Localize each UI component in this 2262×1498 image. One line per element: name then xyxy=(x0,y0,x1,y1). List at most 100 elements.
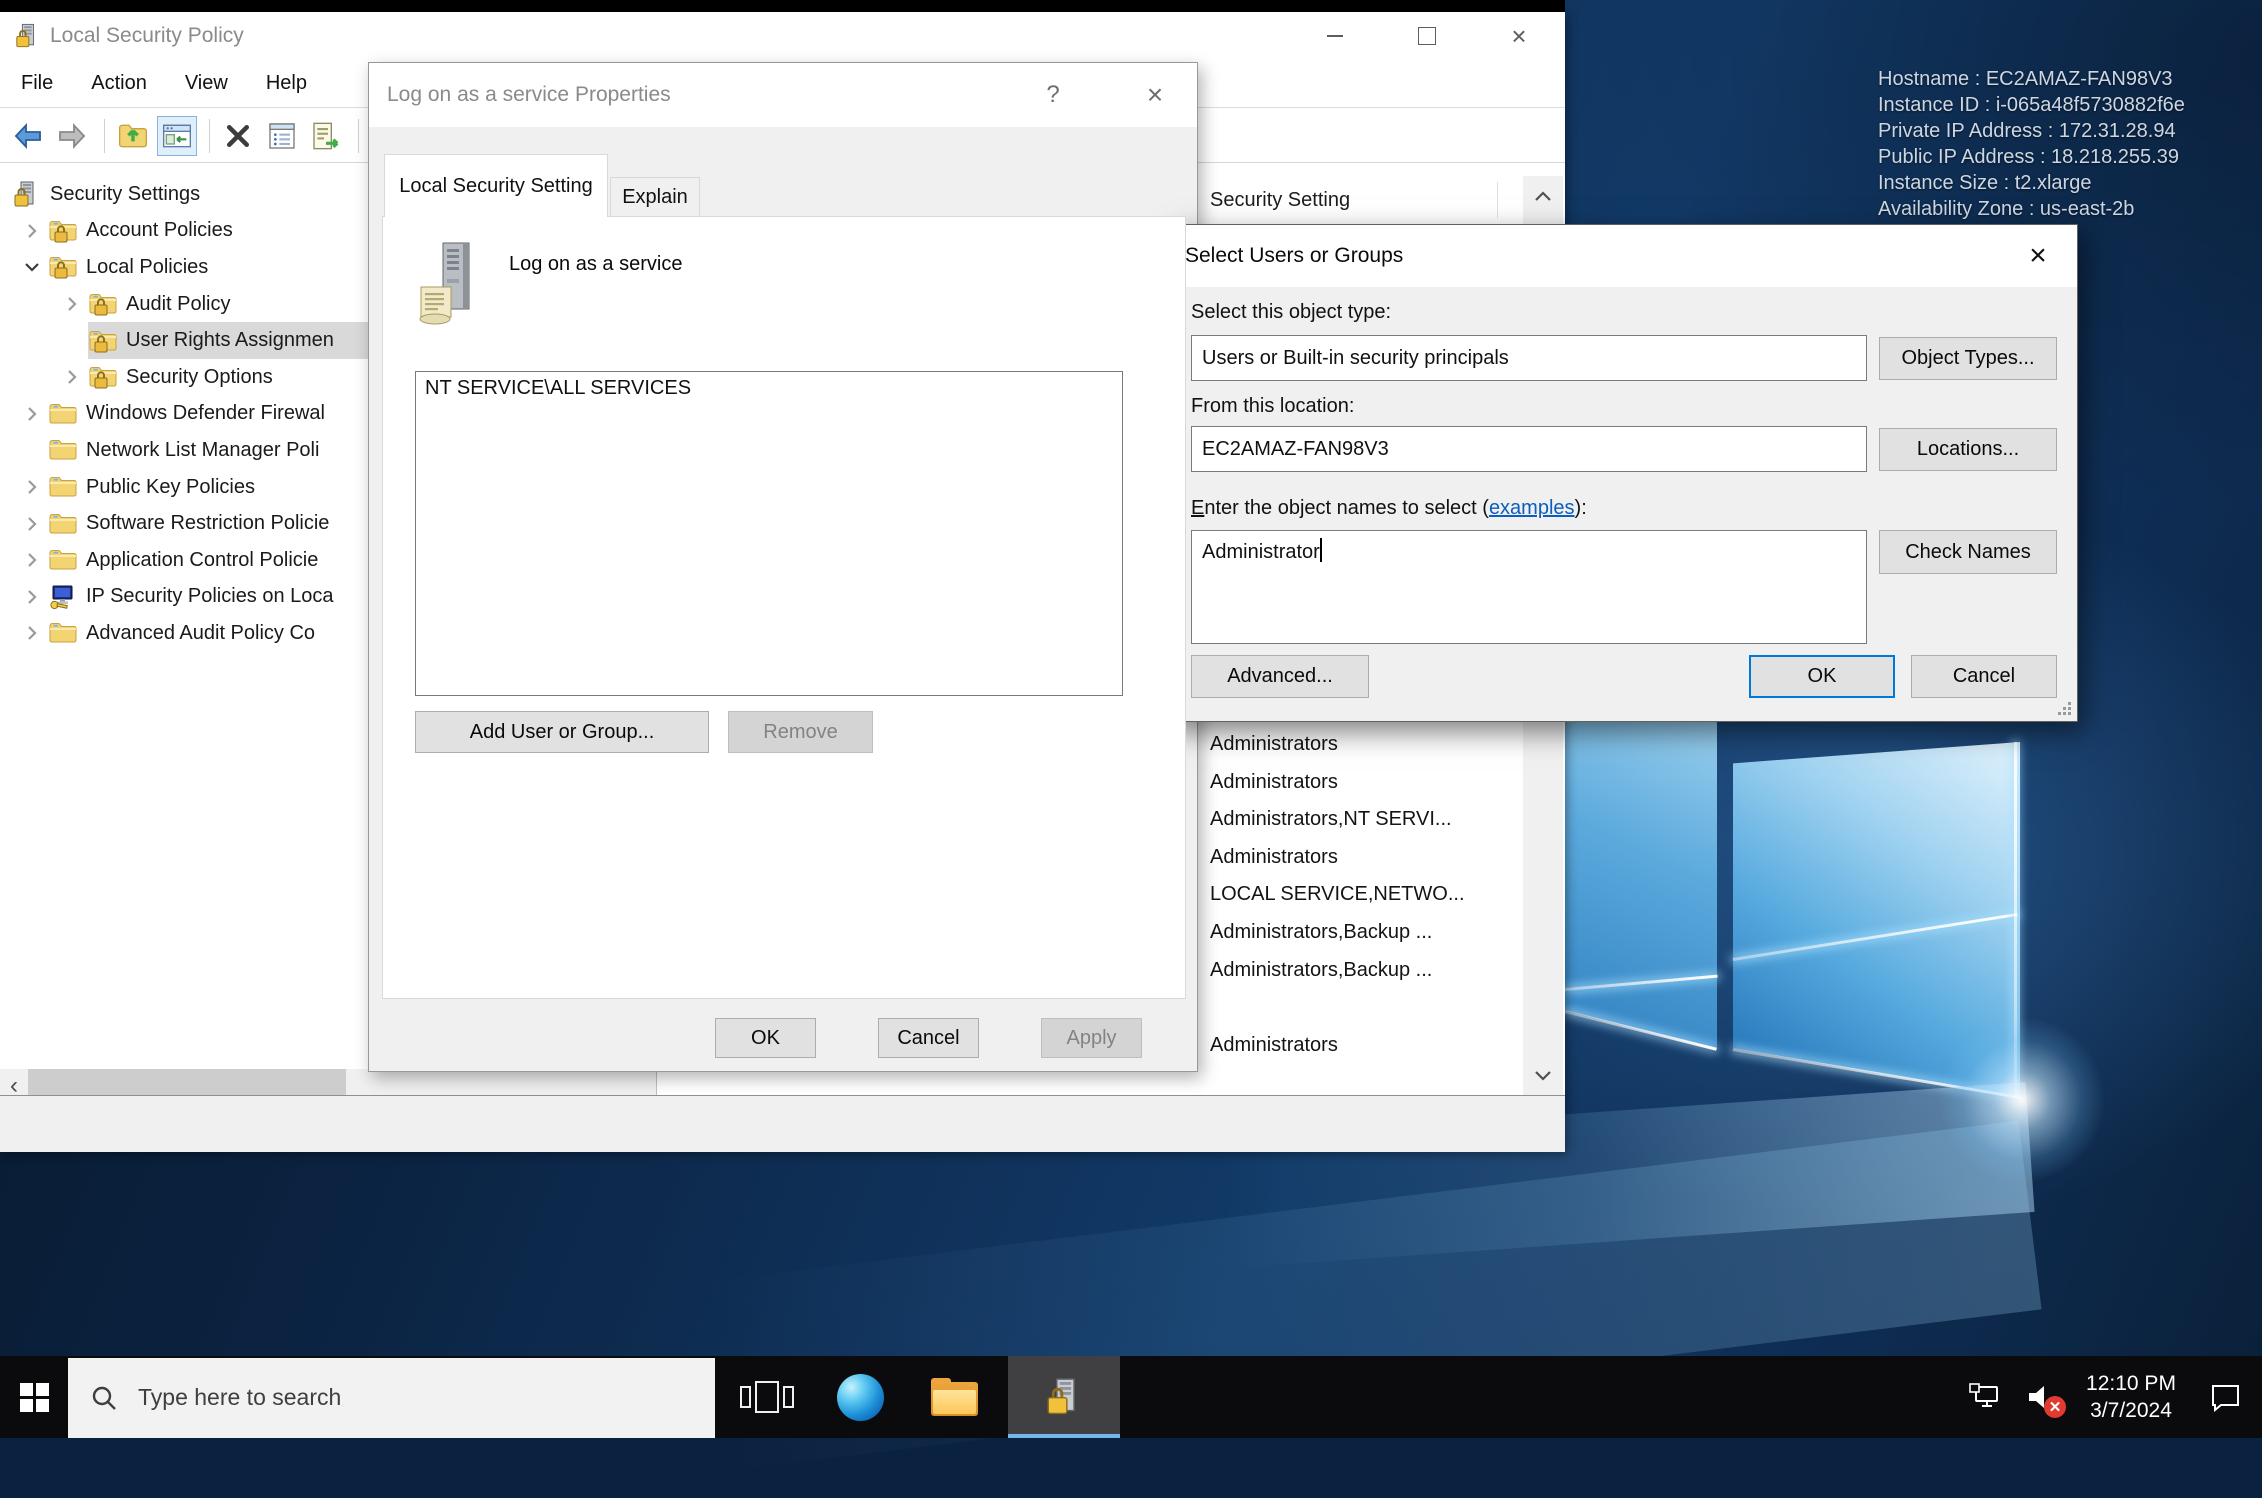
export-list-icon[interactable] xyxy=(306,116,346,156)
up-folder-icon[interactable] xyxy=(113,116,153,156)
minimize-button[interactable] xyxy=(1289,12,1381,60)
check-names-button[interactable]: Check Names xyxy=(1879,530,2057,574)
tree-item-icon xyxy=(48,218,78,244)
apply-button[interactable]: Apply xyxy=(1041,1018,1142,1058)
dialog-title: Select Users or Groups xyxy=(1185,244,1403,268)
add-user-or-group-button[interactable]: Add User or Group... xyxy=(415,711,709,753)
menu-item[interactable]: File xyxy=(7,72,67,95)
tree-item-icon xyxy=(48,401,78,427)
properties-list-icon[interactable] xyxy=(262,116,302,156)
chevron-icon[interactable] xyxy=(16,219,48,243)
ok-button[interactable]: OK xyxy=(1749,655,1895,698)
scroll-down-icon[interactable] xyxy=(1523,1056,1563,1096)
delete-icon[interactable] xyxy=(218,116,258,156)
remove-button[interactable]: Remove xyxy=(728,711,873,753)
window-title: Local Security Policy xyxy=(50,24,244,48)
chevron-icon[interactable] xyxy=(16,585,48,609)
tree-item-icon xyxy=(48,437,78,463)
search-input[interactable]: Type here to search xyxy=(68,1358,715,1438)
scroll-up-icon[interactable] xyxy=(1523,176,1563,216)
locations-button[interactable]: Locations... xyxy=(1879,428,2057,471)
console-window-icon[interactable] xyxy=(157,116,197,156)
instance-info-line: Instance ID : i-065a48f5730882f6e xyxy=(1878,92,2185,118)
tree-item-icon xyxy=(88,291,118,317)
chevron-icon[interactable] xyxy=(16,621,48,645)
task-view-icon[interactable] xyxy=(729,1356,804,1438)
close-icon[interactable]: × xyxy=(1127,63,1183,127)
chevron-icon[interactable] xyxy=(56,365,88,389)
chevron-icon[interactable] xyxy=(16,438,48,462)
tree-item-icon xyxy=(48,620,78,646)
tab-explain[interactable]: Explain xyxy=(610,177,700,217)
object-names-input[interactable]: Administrator xyxy=(1191,530,1867,644)
back-icon[interactable] xyxy=(8,116,48,156)
ok-button[interactable]: OK xyxy=(715,1018,816,1058)
edge-icon[interactable] xyxy=(822,1356,898,1438)
dialog-title: Log on as a service Properties xyxy=(387,83,671,107)
instance-info-line: Hostname : EC2AMAZ-FAN98V3 xyxy=(1878,66,2185,92)
chevron-icon[interactable] xyxy=(16,548,48,572)
menu-item[interactable]: View xyxy=(171,72,242,95)
instance-info-line: Public IP Address : 18.218.255.39 xyxy=(1878,144,2185,170)
top-black-strip xyxy=(0,0,1565,12)
local-security-policy-icon[interactable] xyxy=(1008,1356,1120,1438)
member-item[interactable]: NT SERVICE\ALL SERVICES xyxy=(416,372,1122,400)
object-type-field[interactable]: Users or Built-in security principals xyxy=(1191,335,1867,381)
help-icon[interactable]: ? xyxy=(1025,63,1081,127)
app-icon xyxy=(14,23,40,49)
instance-info-line: Private IP Address : 172.31.28.94 xyxy=(1878,118,2185,144)
taskbar: Type here to search xyxy=(0,1356,2262,1438)
tree-item-icon xyxy=(48,547,78,573)
wallpaper-window-pane-left xyxy=(1565,690,1717,1050)
network-icon[interactable] xyxy=(1958,1356,2012,1438)
close-icon[interactable]: × xyxy=(2009,225,2067,287)
tree-item-icon xyxy=(48,511,78,537)
resize-grip[interactable] xyxy=(2057,701,2071,715)
close-button[interactable]: × xyxy=(1473,12,1565,60)
clock[interactable]: 12:10 PM 3/7/2024 xyxy=(2070,1370,2192,1424)
volume-muted-icon[interactable]: ✕ xyxy=(2012,1356,2070,1438)
object-types-button[interactable]: Object Types... xyxy=(1879,337,2057,380)
members-listbox[interactable]: NT SERVICE\ALL SERVICES xyxy=(415,371,1123,696)
start-icon[interactable] xyxy=(0,1356,68,1438)
advanced-button[interactable]: Advanced... xyxy=(1191,655,1369,698)
file-explorer-icon[interactable] xyxy=(916,1356,992,1438)
mute-badge: ✕ xyxy=(2044,1396,2066,1418)
search-placeholder: Type here to search xyxy=(138,1384,341,1411)
chevron-icon[interactable] xyxy=(56,329,88,353)
tree-item-icon xyxy=(88,364,118,390)
wallpaper-light-flare xyxy=(1938,1016,2106,1184)
instance-info-line: Instance Size : t2.xlarge xyxy=(1878,170,2185,196)
instance-info-block: Hostname : EC2AMAZ-FAN98V3 Instance ID :… xyxy=(1878,66,2185,222)
maximize-button[interactable] xyxy=(1381,12,1473,60)
chevron-icon[interactable] xyxy=(16,475,48,499)
location-field[interactable]: EC2AMAZ-FAN98V3 xyxy=(1191,426,1867,472)
instance-info-line: Availability Zone : us-east-2b xyxy=(1878,196,2185,222)
column-header-security-setting[interactable]: Security Setting xyxy=(1210,176,1350,224)
chevron-icon[interactable] xyxy=(16,255,48,279)
title-bar[interactable]: Local Security Policy × xyxy=(0,12,1565,60)
dialog-title-bar[interactable]: Select Users or Groups xyxy=(1167,225,2077,287)
status-bar xyxy=(0,1095,1565,1152)
cancel-button[interactable]: Cancel xyxy=(878,1018,979,1058)
chevron-icon[interactable] xyxy=(56,292,88,316)
cancel-button[interactable]: Cancel xyxy=(1911,655,2057,698)
policy-icon xyxy=(419,241,477,327)
search-icon xyxy=(90,1384,118,1412)
chevron-icon[interactable] xyxy=(16,402,48,426)
tree-item-icon xyxy=(12,181,42,207)
chevron-icon[interactable] xyxy=(16,512,48,536)
menu-item[interactable]: Action xyxy=(77,72,161,95)
action-center-icon[interactable] xyxy=(2192,1356,2258,1438)
log-on-as-a-service-properties-dialog: Log on as a service Properties ? × Local… xyxy=(368,62,1198,1072)
date: 3/7/2024 xyxy=(2070,1397,2192,1424)
forward-icon[interactable] xyxy=(52,116,92,156)
tab-local-security-setting[interactable]: Local Security Setting xyxy=(384,154,608,217)
examples-link[interactable]: examples xyxy=(1489,497,1575,519)
location-label: From this location: xyxy=(1191,395,1354,418)
tree-item-icon xyxy=(48,254,78,280)
policy-name: Log on as a service xyxy=(509,253,682,276)
menu-item[interactable]: Help xyxy=(252,72,321,95)
object-type-label: Select this object type: xyxy=(1191,301,1391,324)
select-users-or-groups-dialog: Select Users or Groups × Select this obj… xyxy=(1166,224,2078,722)
